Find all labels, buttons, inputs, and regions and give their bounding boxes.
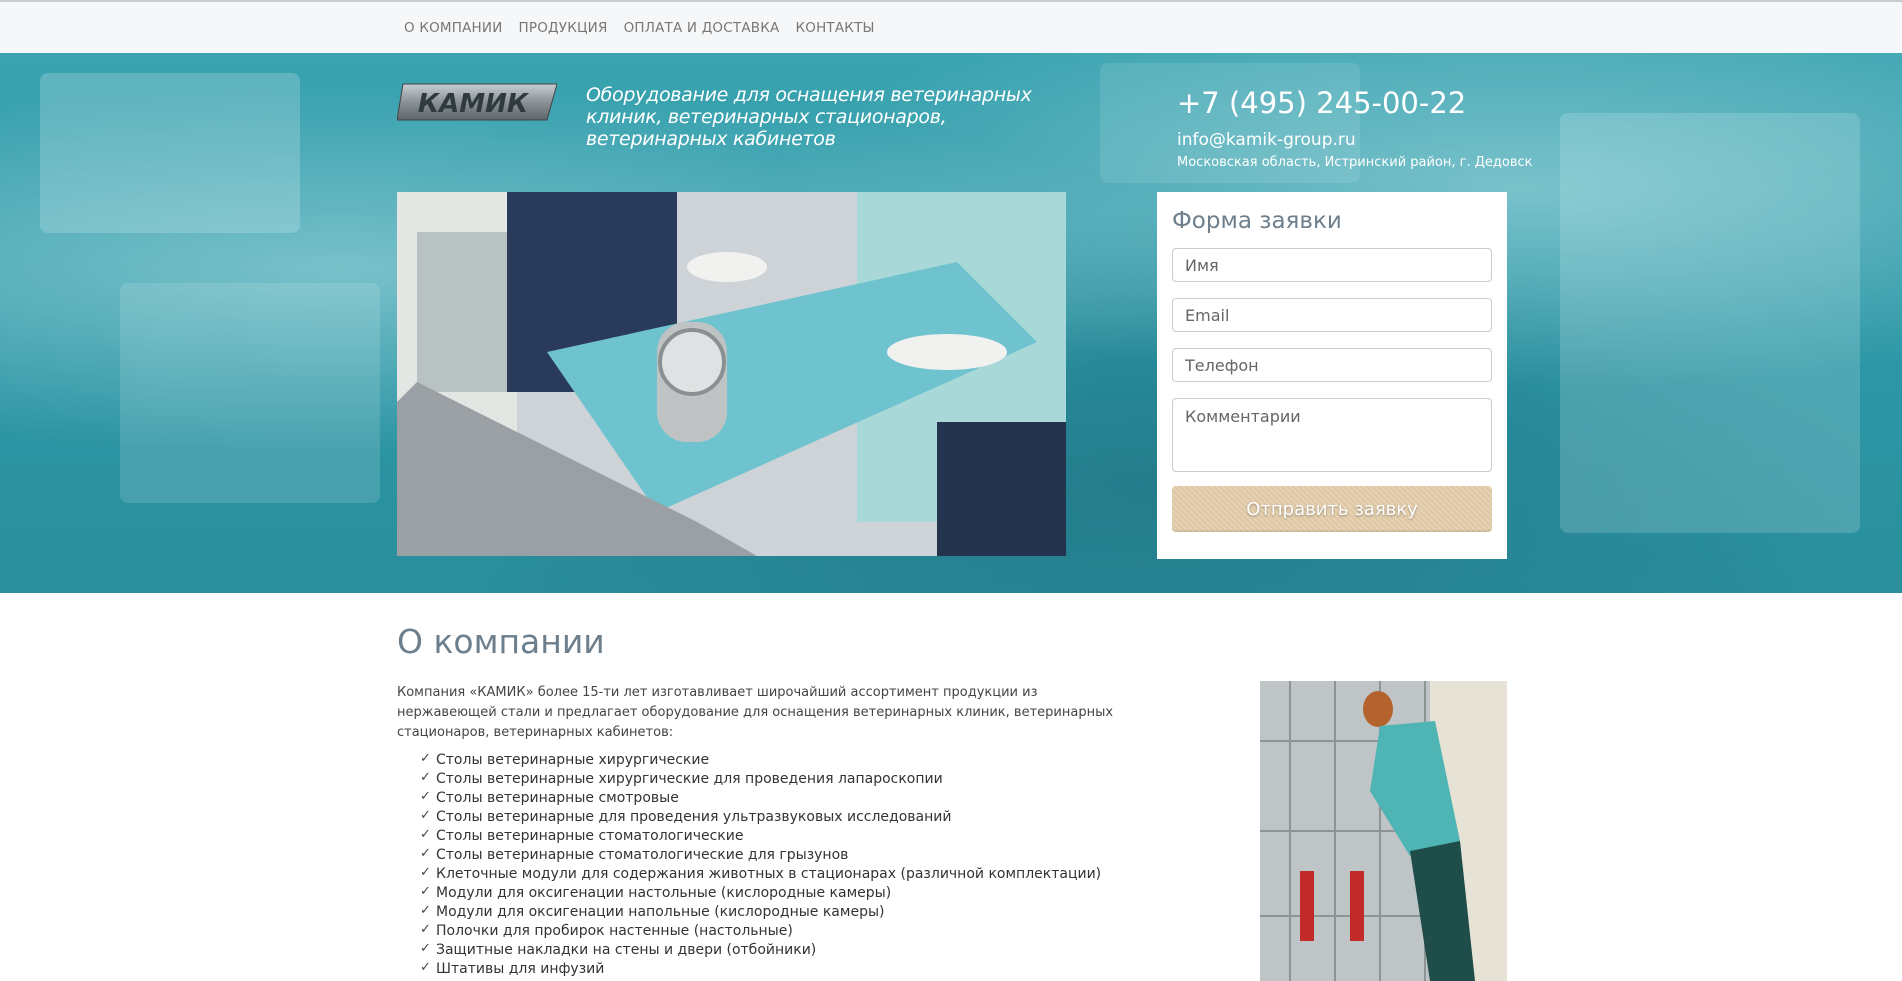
comment-textarea[interactable] xyxy=(1172,398,1492,472)
product-list: ✓ Столы ветеринарные хирургические ✓ Столы… xyxy=(420,751,1101,979)
logo-text: КАМИК xyxy=(418,89,530,119)
list-item: ✓ Столы ветеринарные смотровые xyxy=(420,789,1101,808)
submit-request-button[interactable]: Отправить заявку xyxy=(1172,486,1492,532)
list-item-text: Защитные накладки на стены и двери (отбо… xyxy=(436,942,817,958)
list-item-text: Штативы для инфузий xyxy=(436,961,605,977)
nav-menu: О КОМПАНИИ ПРОДУКЦИЯ ОПЛАТА И ДОСТАВКА К… xyxy=(404,20,891,36)
list-item-text: Столы ветеринарные смотровые xyxy=(436,790,679,806)
check-icon: ✓ xyxy=(420,808,431,823)
check-icon: ✓ xyxy=(420,884,431,899)
list-item-text: Столы ветеринарные для проведения ультра… xyxy=(436,809,952,825)
check-icon: ✓ xyxy=(420,827,431,842)
list-item-text: Модули для оксигенации настольные (кисло… xyxy=(436,885,892,901)
address: Московская область, Истринский район, г.… xyxy=(1177,155,1533,170)
list-item: ✓ Столы ветеринарные стоматологические xyxy=(420,827,1101,846)
list-item-text: Столы ветеринарные хирургические xyxy=(436,752,710,768)
list-item-text: Столы ветеринарные стоматологические для… xyxy=(436,847,849,863)
hero-photo xyxy=(397,192,1066,556)
side-photo xyxy=(1260,681,1507,981)
check-icon: ✓ xyxy=(420,903,431,918)
check-icon: ✓ xyxy=(420,846,431,861)
about-title: О компании xyxy=(397,622,605,661)
list-item: ✓ Полочки для пробирок настенные (настоль… xyxy=(420,922,1101,941)
phone-input[interactable] xyxy=(1172,348,1492,382)
surgery-photo-illustration xyxy=(397,192,1066,556)
list-item: ✓ Столы ветеринарные для проведения ультр… xyxy=(420,808,1101,827)
list-item-text: Полочки для пробирок настенные (настольн… xyxy=(436,923,793,939)
logo[interactable]: КАМИК xyxy=(396,82,558,122)
check-icon: ✓ xyxy=(420,960,431,975)
check-icon: ✓ xyxy=(420,751,431,766)
list-item: ✓ Штативы для инфузий xyxy=(420,960,1101,979)
nav-item-about[interactable]: О КОМПАНИИ xyxy=(404,20,503,36)
phone-number[interactable]: +7 (495) 245-00-22 xyxy=(1177,86,1466,120)
list-item: ✓ Модули для оксигенации настольные (кисл… xyxy=(420,884,1101,903)
background-shape xyxy=(40,73,300,233)
list-item: ✓ Столы ветеринарные хирургические для пр… xyxy=(420,770,1101,789)
list-item: ✓ Клеточные модули для содержания животны… xyxy=(420,865,1101,884)
nav-item-products[interactable]: ПРОДУКЦИЯ xyxy=(519,20,608,36)
check-icon: ✓ xyxy=(420,941,431,956)
request-form: Форма заявки Отправить заявку xyxy=(1157,192,1507,559)
list-item: ✓ Защитные накладки на стены и двери (отб… xyxy=(420,941,1101,960)
list-item-text: Столы ветеринарные стоматологические xyxy=(436,828,744,844)
form-title: Форма заявки xyxy=(1172,208,1342,234)
list-item-text: Клеточные модули для содержания животных… xyxy=(436,866,1102,882)
name-input[interactable] xyxy=(1172,248,1492,282)
check-icon: ✓ xyxy=(420,865,431,880)
about-intro: Компания «КАМИК» более 15-ти лет изготав… xyxy=(397,685,1114,740)
list-item: ✓ Столы ветеринарные стоматологические дл… xyxy=(420,846,1101,865)
background-shape xyxy=(120,283,380,503)
logo-image: КАМИК xyxy=(396,83,558,121)
check-icon: ✓ xyxy=(420,770,431,785)
tagline: Оборудование для оснащения ветеринарных … xyxy=(586,84,1032,150)
check-icon: ✓ xyxy=(420,789,431,804)
list-item-text: Модули для оксигенации напольные (кислор… xyxy=(436,904,885,920)
nav-item-payment-delivery[interactable]: ОПЛАТА И ДОСТАВКА xyxy=(624,20,780,36)
background-shape xyxy=(1560,113,1860,533)
top-navigation: О КОМПАНИИ ПРОДУКЦИЯ ОПЛАТА И ДОСТАВКА К… xyxy=(0,0,1902,53)
email-input[interactable] xyxy=(1172,298,1492,332)
nav-item-contacts[interactable]: КОНТАКТЫ xyxy=(795,20,874,36)
email-address[interactable]: info@kamik-group.ru xyxy=(1177,130,1356,150)
vet-photo-illustration xyxy=(1260,681,1507,981)
check-icon: ✓ xyxy=(420,922,431,937)
list-item-text: Столы ветеринарные хирургические для про… xyxy=(436,771,943,787)
list-item: ✓ Столы ветеринарные хирургические xyxy=(420,751,1101,770)
list-item: ✓ Модули для оксигенации напольные (кисло… xyxy=(420,903,1101,922)
